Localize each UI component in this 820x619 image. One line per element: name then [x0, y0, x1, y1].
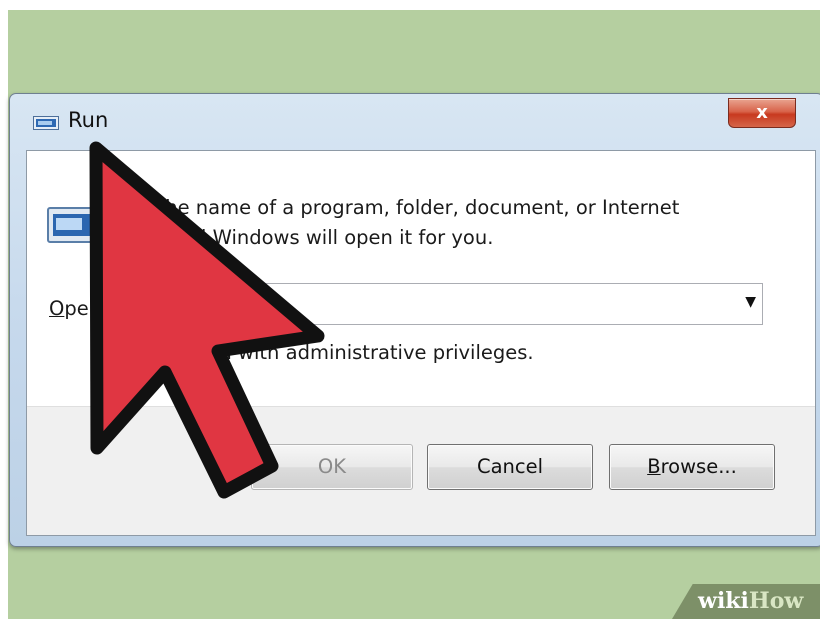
description-line: pe the name of a program, folder, docume… — [127, 196, 680, 219]
watermark-how: How — [748, 588, 804, 614]
description-line: rce, and Windows will open it for you. — [127, 226, 494, 249]
dialog-body: pe the name of a program, folder, docume… — [26, 150, 816, 536]
admin-privileges-note: be created with administrative privilege… — [127, 341, 534, 364]
run-icon — [47, 207, 99, 243]
run-icon — [33, 116, 59, 130]
cancel-button[interactable]: Cancel — [427, 444, 593, 490]
open-label-mnemonic: O — [49, 297, 65, 320]
window-title: Run — [68, 108, 109, 132]
open-combobox[interactable]: ▼ — [115, 283, 763, 325]
close-button[interactable]: x — [728, 98, 796, 128]
close-icon: x — [756, 102, 768, 123]
wikihow-watermark: wikiHow — [672, 584, 820, 619]
open-label: Ope — [49, 297, 89, 320]
open-input[interactable] — [122, 290, 726, 318]
chevron-down-icon[interactable]: ▼ — [745, 294, 756, 310]
browse-label: rowse... — [660, 455, 737, 478]
browse-button[interactable]: Browse... — [609, 444, 775, 490]
open-label-rest: pe — [64, 297, 89, 320]
run-dialog: Run x pe the name of a program, folder, … — [9, 93, 820, 547]
ok-button[interactable]: OK — [251, 444, 413, 490]
browse-mnemonic: B — [647, 455, 661, 478]
watermark-wiki: wiki — [698, 588, 749, 614]
title-bar[interactable]: Run x — [10, 94, 820, 150]
dialog-description: pe the name of a program, folder, docume… — [127, 193, 767, 253]
